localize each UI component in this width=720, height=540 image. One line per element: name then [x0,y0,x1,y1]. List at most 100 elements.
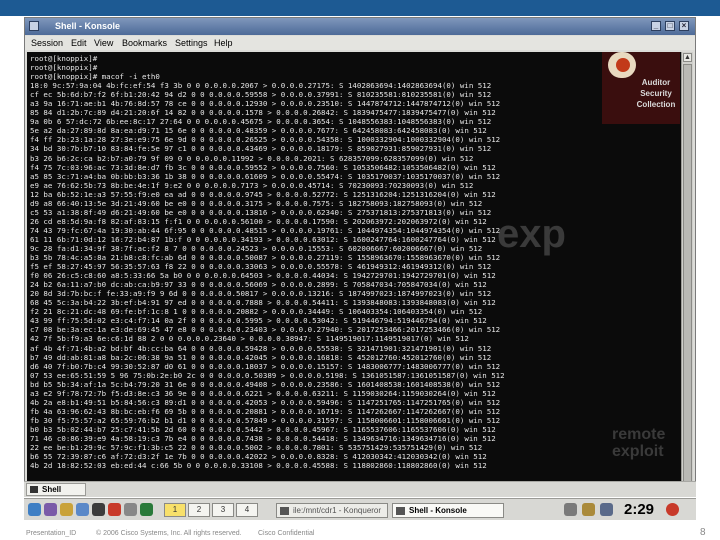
terminal-line: b3 26 b6:2c:ca b2:b7:a0:79 9f 09 0 0 0.0… [30,153,474,163]
wallpaper-corner-text-1: remote [612,426,666,443]
desktop-1-button[interactable]: 1 [164,503,186,517]
auditor-logo-center-icon [616,58,630,72]
terminal-line: 74 43 79:fc:67:4a 19:30:ab:44 6f:95 0 0 … [30,225,501,235]
maximize-icon[interactable]: □ [665,21,675,31]
minimize-icon[interactable]: _ [651,21,661,31]
terminal-line: 68 45 5c:3a:b4:22 3b:ef:b4:91 97 ed 0 0 … [30,298,496,308]
terminal-line: d9 a8 66:40:13:5e 3d:21:49:60 be e0 0 0 … [30,198,483,208]
tray-clipboard-icon[interactable] [582,503,595,516]
terminal-line: 61 11 6b:71:0d:12 16:72:b4:87 1b:f 0 0 0… [30,234,496,244]
terminal-line: 18:0 9c:57:9a:04 4b:fc:ef:54 f3 3b 0 0 0… [30,81,492,91]
footer-copyright: © 2006 Cisco Systems, Inc. All rights re… [96,530,242,537]
terminal-line: f0 06 26:c5:c8:60 a8:5:33:66 5a b0 0 0 0… [30,271,496,281]
terminal-output[interactable]: exp remote exploit Auditor Security Coll… [27,52,681,496]
page-number: 8 [700,527,706,538]
terminal-line: 9a 0b 6 57:dc:72 6b:ee:8c:17 27:64 0 0 0… [30,117,492,127]
menu-help[interactable]: Help [214,38,233,48]
konsole-window: Shell - Konsole _ □ × Session Edit View … [24,17,696,497]
tab-shell[interactable]: Shell [26,483,86,496]
scroll-up-icon[interactable]: ▲ [683,53,692,62]
terminal-lines: root@[knoppix]# root@[knoppix]# root@[knop… [30,54,505,470]
tab-shell-label: Shell [42,485,62,494]
terminal-line: root@[knoppix]# [30,54,98,63]
terminal-icon [30,486,38,493]
terminal-scrollbar[interactable]: ▲ ▼ [681,52,693,496]
terminal-line: cf ec 5b:6d:b7:f2 6f:b1:20:42 94 d2 0 0 … [30,90,492,100]
terminal-line: b7 49 dd:ab:81:a8 ba:2c:06:38 9a 51 0 0 … [30,352,492,362]
terminal-line: f4 75 7c:03:96:ac 73:3d:8e:d7 fb 3c 0 0 … [30,162,496,172]
wallpaper-watermark: exp [497,212,566,256]
terminal-line: a3 e2 9f:78:72:7b f5:d3:8e:c3 36 9e 0 0 … [30,388,496,398]
terminal-launcher-icon[interactable] [44,503,57,516]
menu-session[interactable]: Session [31,38,63,48]
terminal-line: 5e a2 da:27:89:8d 8a:ea:d9:71 15 6e 0 0 … [30,126,487,136]
menu-settings[interactable]: Settings [175,38,208,48]
scroll-thumb[interactable] [683,64,692,482]
desktop-2-button[interactable]: 2 [188,503,210,517]
desktop-3-button[interactable]: 3 [212,503,234,517]
terminal-line: 4b 2a e8:b1:49:51 b5:84:56:c3 89:d1 0 0 … [30,397,501,407]
home-folder-icon[interactable] [60,503,73,516]
wallpaper-corner-text-2: exploit [612,443,664,460]
footer-presentation-id: Presentation_ID [26,530,77,537]
terminal-line: root@[knoppix]# macof -i eth0 [30,72,160,82]
help-icon[interactable] [108,503,121,516]
desktop-4-button[interactable]: 4 [236,503,258,517]
konqueror-icon [280,507,289,515]
terminal-line: 4b 2d 18:82:52:03 eb:ed:44 c:66 5b 0 0 0… [30,461,487,471]
terminal-line: 43 99 ff:75:5d:02 e3:c4:f7:14 0a 2f 0 0 … [30,316,487,326]
terminal-line: f2 21 8c:21:dc:48 69:fe:bf:1c:8 1 0 0 0.… [30,307,483,317]
terminal-line: root@[knoppix]# [30,63,98,73]
konsole-icon [396,507,405,515]
terminal-line: c5 53 a1:38:8f:49 d6:21:49:60 be e0 0 0 … [30,207,492,217]
taskbar: 1 2 3 4 ile:/mnt/cdr1 - Konqueror Shell … [24,498,696,520]
task-konsole-label: Shell - Konsole [409,506,467,515]
terminal-line: f5 ef 58:27:45:97 56:35:57:63 f8 22 0 0 … [30,262,492,272]
terminal-line: 20 8d 3d:7b:bc:f fe:33:a9:f9 9 6d 0 0 0.… [30,289,492,299]
kmenu-icon[interactable] [28,503,41,516]
show-desktop-icon[interactable] [92,503,105,516]
tray-logout-icon[interactable] [666,503,679,516]
applet-icon[interactable] [140,503,153,516]
task-konsole[interactable]: Shell - Konsole [392,503,504,518]
menu-bookmarks[interactable]: Bookmarks [122,38,167,48]
task-konqueror[interactable]: ile:/mnt/cdr1 - Konqueror [276,503,388,518]
terminal-line: e9 ae 76:62:5b:73 8b:be:4e:1f 9:e2 0 0 0… [30,180,474,190]
terminal-line: b0 b3 5b:02:44:b7 25:c7:41:5b 2d 60 0 0 … [30,424,496,434]
session-tab-bar: Shell [24,481,696,497]
browser-icon[interactable] [76,503,89,516]
title-bar[interactable]: Shell - Konsole _ □ × [25,18,695,35]
terminal-line: 22 ee be:b1:29:9c 57:9c:f1:3b:c5 22 0 0 … [30,443,483,453]
footer-confidential: Cisco Confidential [258,530,315,537]
badge-line-1: Auditor [641,78,671,87]
terminal-line: af 4b 4f:71:4b:a2 bd:bf 4b:cc:ba 64 0 0 … [30,343,492,353]
window-title: Shell - Konsole [55,21,121,31]
terminal-line: 12 ba 6b:52:1e:a3 57:55:f9:e0 ea ad 0 0 … [30,189,496,199]
menu-bar: Session Edit View Bookmarks Settings Hel… [25,36,695,50]
terminal-line: 07 53 ee:65:51:59 5 96 75:0b:2e:b0 2c 0 … [30,370,505,380]
menu-view[interactable]: View [94,38,113,48]
terminal-line: 26 cd e8:5d:9a:f8 82:af:83:15 f:f1 0 0 0… [30,216,487,226]
menu-edit[interactable]: Edit [71,38,87,48]
badge-line-3: Collection [636,100,676,109]
terminal-line: 24 b2 6a:11:a7:b0 dc:ab:ca:b9:97 33 0 0 … [30,280,487,290]
terminal-line: 42 7f 5b:f9:a3 6e:c6:1d 88 2 0 0 0.0.0.0… [30,334,469,344]
terminal-line: b3 5b 78:4c:a5:8a 21:b8:c8:fc:ab 6d 0 0 … [30,253,501,263]
task-konqueror-label: ile:/mnt/cdr1 - Konqueror [293,506,382,515]
terminal-line: b6 55 72:39:87:c6 af:72:d3:2f 1e 7b 0 0 … [30,452,487,462]
tray-network-icon[interactable] [564,503,577,516]
auditor-badge: Auditor Security Collection [602,52,680,124]
terminal-line: 9c 28 fa:d1:34:9f 38:7f:ac:f2 8 7 0 0 0.… [30,243,483,253]
settings-icon[interactable] [124,503,137,516]
close-icon[interactable]: × [679,21,689,31]
terminal-line: 71 46 c0:86:39:e9 4a:58:19:c3 7b e4 0 0 … [30,433,496,443]
terminal-line: 85 84 d1:2b:7c:89 d4:21:20:6f 14 82 0 0 … [30,108,496,118]
slide-header-bar [0,0,720,16]
terminal-line: c7 08 be:3a:ec:1a e3:de:69:45 47 e8 0 0 … [30,325,501,335]
window-menu-icon[interactable] [29,21,39,31]
clock[interactable]: 2:29 [624,501,654,518]
tray-keyboard-icon[interactable] [600,503,613,516]
terminal-line: d6 40 7f:b0:7b:c4 99:30:52:87 d0 61 0 0 … [30,361,501,371]
terminal-line: 34 bd 30:7b:b7:10 83:84:fe:5e 97 c1 0 0 … [30,144,492,154]
terminal-line: f4 ff 2b:23:1a:28 27:3e:e9:75 6e 9d 0 0 … [30,135,501,145]
